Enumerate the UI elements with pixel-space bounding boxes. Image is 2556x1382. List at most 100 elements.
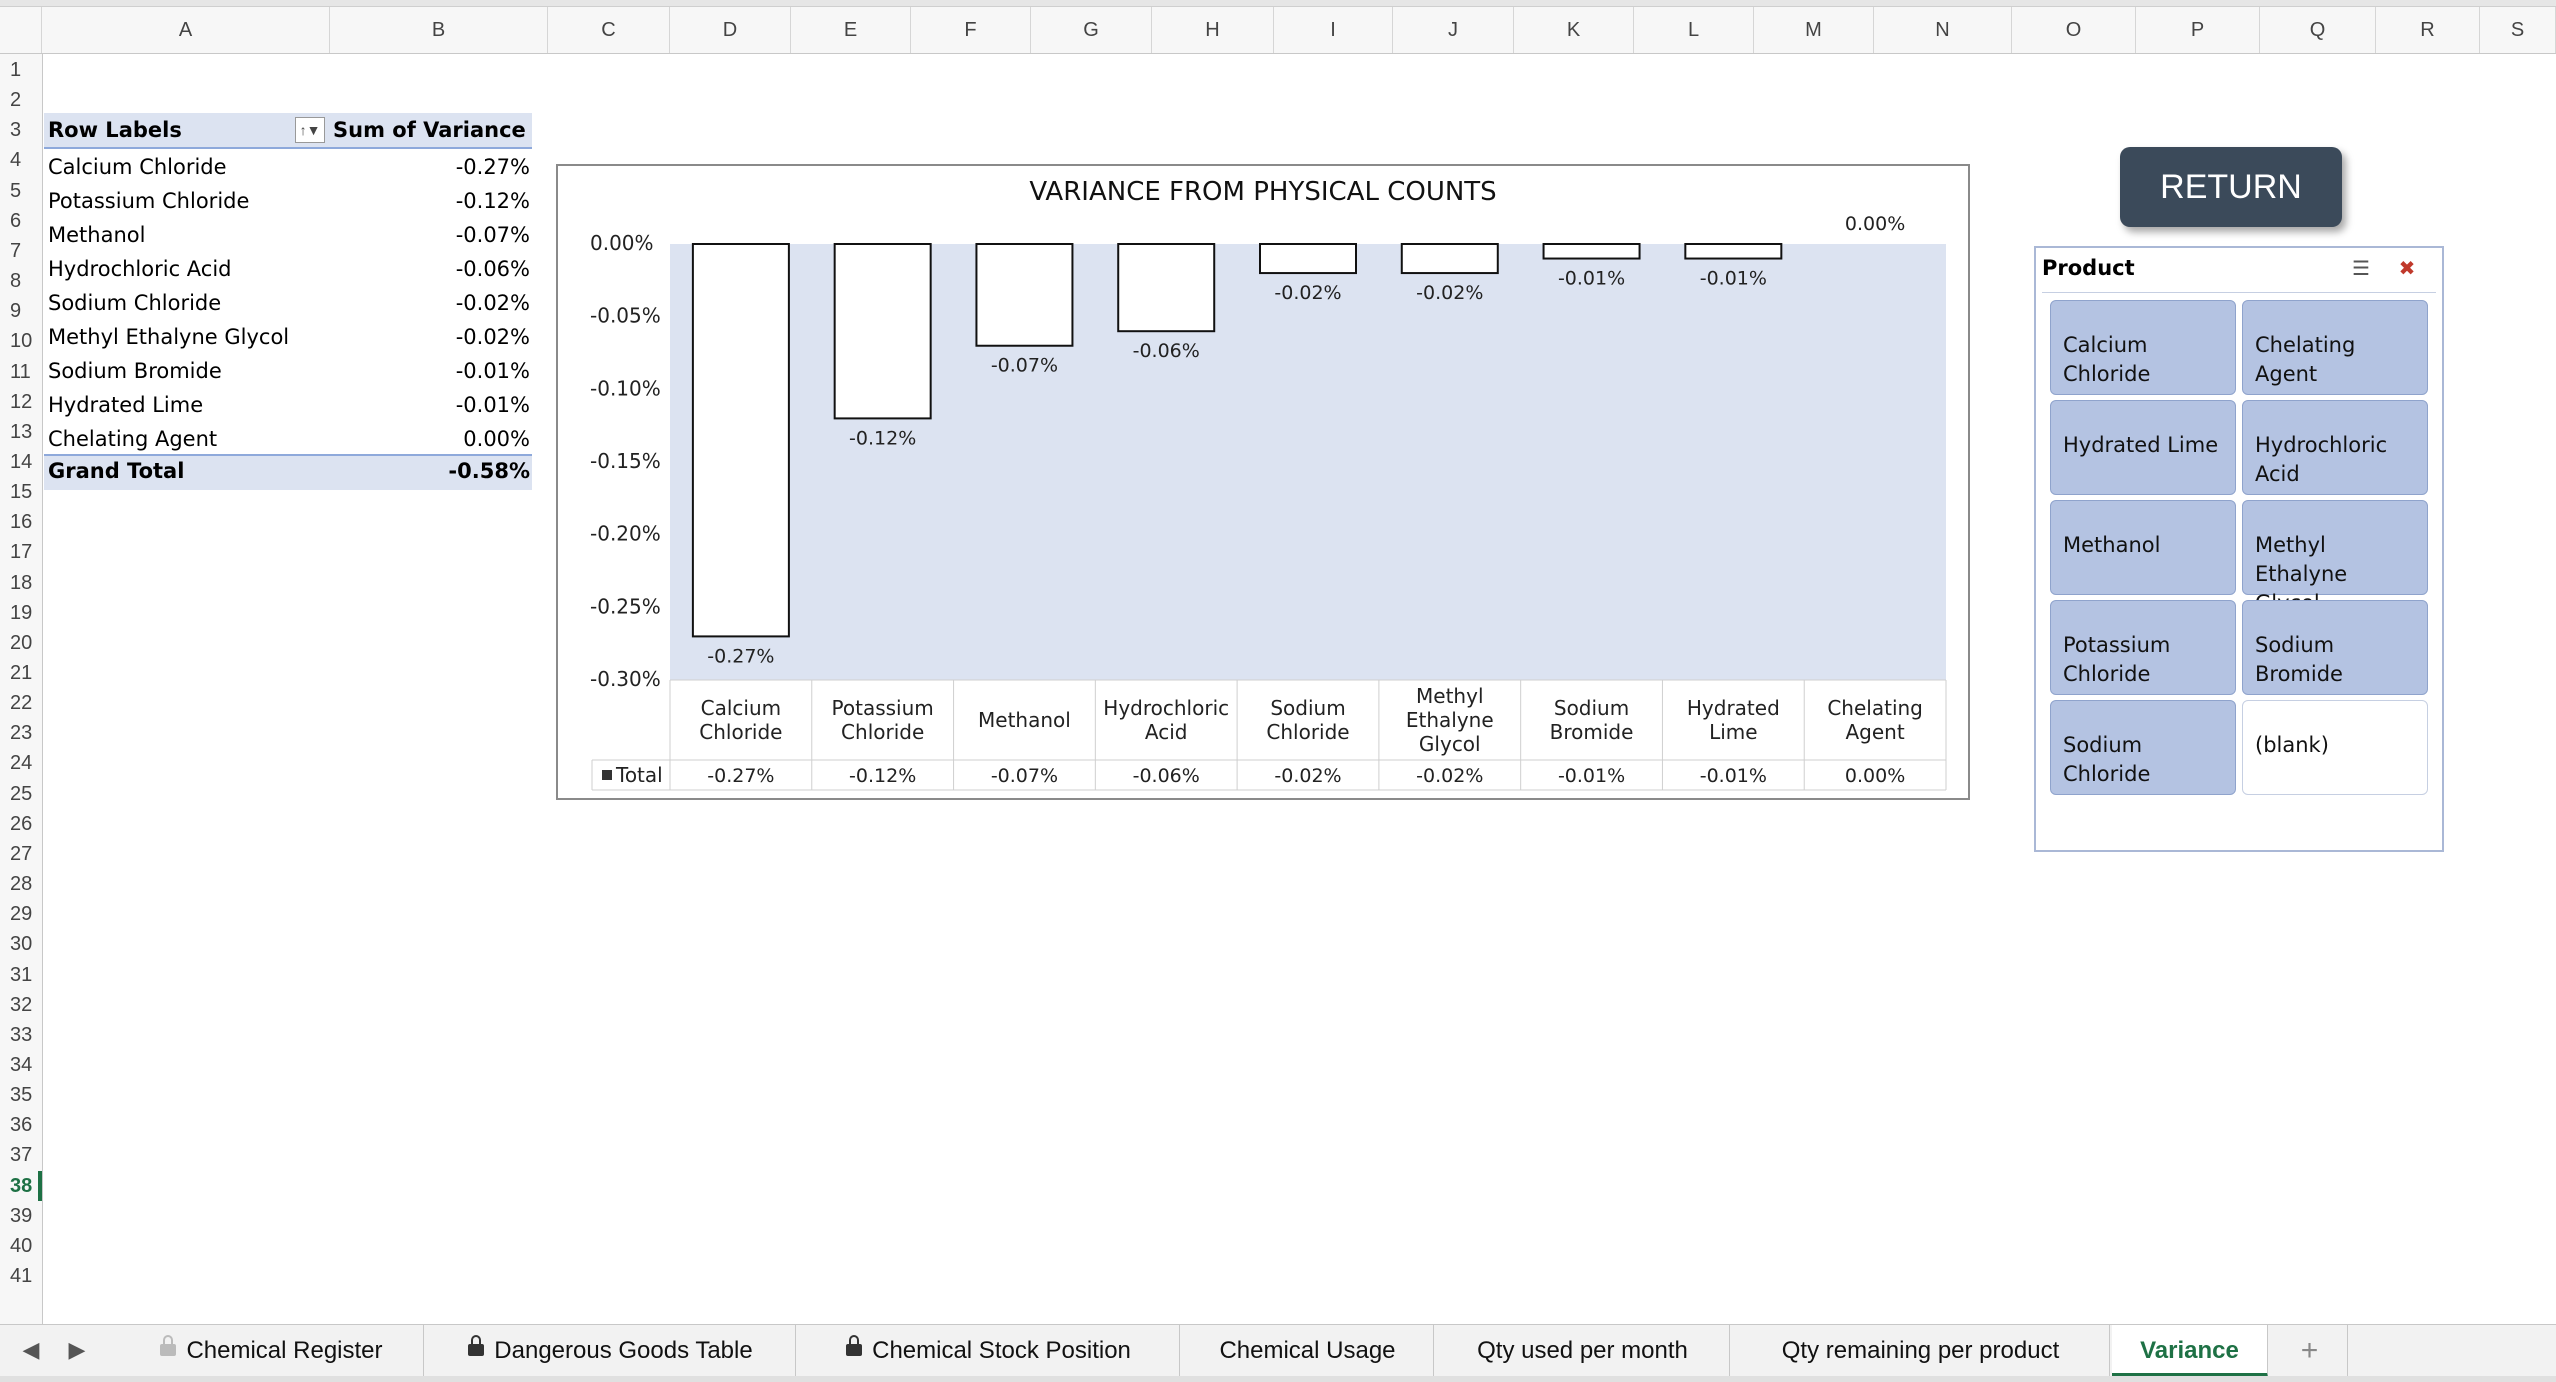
pivot-row-label[interactable]: Potassium Chloride [48,184,249,218]
row-header-33[interactable]: 33 [0,1020,42,1050]
row-header-9[interactable]: 9 [0,296,42,326]
sheet-tab[interactable]: Variance [2112,1325,2268,1377]
slicer-item[interactable]: Methyl Ethalyne Glycol [2242,500,2428,615]
column-header-g[interactable]: G [1031,7,1152,53]
row-header-27[interactable]: 27 [0,839,42,869]
product-slicer[interactable]: Product ☰ ✖ Calcium Chloride Chelating Ag… [2034,246,2444,852]
row-header-12[interactable]: 12 [0,387,42,417]
row-header-2[interactable]: 2 [0,85,42,115]
row-header-1[interactable]: 1 [0,55,42,85]
pivot-filter-button[interactable]: ↑▼ [295,117,325,143]
row-header-3[interactable]: 3 [0,115,42,145]
row-header-19[interactable]: 19 [0,598,42,628]
column-header-o[interactable]: O [2012,7,2136,53]
pivot-row-value[interactable]: -0.06% [320,252,530,286]
variance-chart[interactable]: VARIANCE FROM PHYSICAL COUNTS 0.00% -0.05%… [556,164,1970,800]
pivot-row-label[interactable]: Hydrochloric Acid [48,252,232,286]
column-header-n[interactable]: N [1874,7,2012,53]
sheet-tab[interactable]: Qty remaining per product [1732,1325,2110,1377]
slicer-item[interactable]: Chelating Agent [2242,300,2428,395]
row-header-4[interactable]: 4 [0,145,42,175]
column-header-d[interactable]: D [670,7,791,53]
select-all-corner[interactable] [0,7,42,53]
column-header-h[interactable]: H [1152,7,1274,53]
pivot-row-value[interactable]: -0.02% [320,320,530,354]
pivot-row-label[interactable]: Sodium Chloride [48,286,221,320]
row-header-22[interactable]: 22 [0,688,42,718]
column-header-e[interactable]: E [791,7,911,53]
column-header-l[interactable]: L [1634,7,1754,53]
row-header-39[interactable]: 39 [0,1201,42,1231]
row-header-7[interactable]: 7 [0,236,42,266]
row-header-16[interactable]: 16 [0,507,42,537]
row-header-32[interactable]: 32 [0,990,42,1020]
pivot-row-value[interactable]: -0.07% [320,218,530,252]
row-header-35[interactable]: 35 [0,1080,42,1110]
pivot-value-header[interactable]: Sum of Variance [333,113,526,147]
column-header-q[interactable]: Q [2260,7,2376,53]
pivot-grand-total-label[interactable]: Grand Total [48,454,184,488]
pivot-row-value[interactable]: -0.01% [320,388,530,422]
row-header-30[interactable]: 30 [0,929,42,959]
row-header-36[interactable]: 36 [0,1110,42,1140]
slicer-item[interactable]: Calcium Chloride [2050,300,2236,395]
pivot-row-value[interactable]: -0.12% [320,184,530,218]
sheet-tab[interactable]: Qty used per month [1436,1325,1730,1377]
add-sheet-button[interactable]: + [2272,1325,2348,1377]
pivot-row-label[interactable]: Sodium Bromide [48,354,222,388]
column-header-s[interactable]: S [2480,7,2556,53]
row-header-17[interactable]: 17 [0,537,42,567]
slicer-item[interactable]: Hydrochloric Acid [2242,400,2428,495]
row-header-25[interactable]: 25 [0,779,42,809]
row-header-6[interactable]: 6 [0,206,42,236]
row-header-21[interactable]: 21 [0,658,42,688]
column-header-b[interactable]: B [330,7,548,53]
row-header-41[interactable]: 41 [0,1261,42,1291]
row-header-34[interactable]: 34 [0,1050,42,1080]
column-header-m[interactable]: M [1754,7,1874,53]
sheet-tab[interactable]: Chemical Stock Position [798,1325,1180,1377]
multiselect-icon[interactable]: ☰ [2346,256,2376,282]
sheet-tab[interactable]: Chemical Register [120,1325,424,1377]
pivot-row-label[interactable]: Calcium Chloride [48,150,227,184]
slicer-item[interactable]: Methanol [2050,500,2236,595]
row-header-40[interactable]: 40 [0,1231,42,1261]
pivot-row-labels-header[interactable]: Row Labels [48,113,182,147]
column-header-f[interactable]: F [911,7,1031,53]
column-header-j[interactable]: J [1393,7,1514,53]
column-header-k[interactable]: K [1514,7,1634,53]
row-header-23[interactable]: 23 [0,718,42,748]
slicer-item[interactable]: Sodium Chloride [2050,700,2236,795]
row-header-8[interactable]: 8 [0,266,42,296]
slicer-item[interactable]: Sodium Bromide [2242,600,2428,695]
column-header-a[interactable]: A [42,7,330,53]
column-header-i[interactable]: I [1274,7,1393,53]
row-header-29[interactable]: 29 [0,899,42,929]
row-header-20[interactable]: 20 [0,628,42,658]
row-header-24[interactable]: 24 [0,748,42,778]
row-header-26[interactable]: 26 [0,809,42,839]
row-header-11[interactable]: 11 [0,357,42,387]
slicer-item[interactable]: (blank) [2242,700,2428,795]
pivot-row-label[interactable]: Methyl Ethalyne Glycol [48,320,289,354]
row-header-14[interactable]: 14 [0,447,42,477]
row-header-31[interactable]: 31 [0,960,42,990]
column-header-c[interactable]: C [548,7,670,53]
pivot-row-label[interactable]: Chelating Agent [48,422,217,456]
pivot-row-label[interactable]: Hydrated Lime [48,388,203,422]
tab-scroll-right-icon[interactable]: ▶ [62,1324,92,1376]
row-header-15[interactable]: 15 [0,477,42,507]
row-header-10[interactable]: 10 [0,326,42,356]
row-header-28[interactable]: 28 [0,869,42,899]
pivot-row-value[interactable]: -0.01% [320,354,530,388]
pivot-row-label[interactable]: Methanol [48,218,145,252]
tab-scroll-left-icon[interactable]: ◀ [16,1324,46,1376]
sheet-tab[interactable]: Chemical Usage [1182,1325,1434,1377]
pivot-grand-total-value[interactable]: -0.58% [320,454,530,488]
row-header-13[interactable]: 13 [0,417,42,447]
clear-filter-icon[interactable]: ✖ [2392,256,2422,282]
column-header-p[interactable]: P [2136,7,2260,53]
row-header-37[interactable]: 37 [0,1140,42,1170]
slicer-item[interactable]: Potassium Chloride [2050,600,2236,695]
slicer-item[interactable]: Hydrated Lime [2050,400,2236,495]
